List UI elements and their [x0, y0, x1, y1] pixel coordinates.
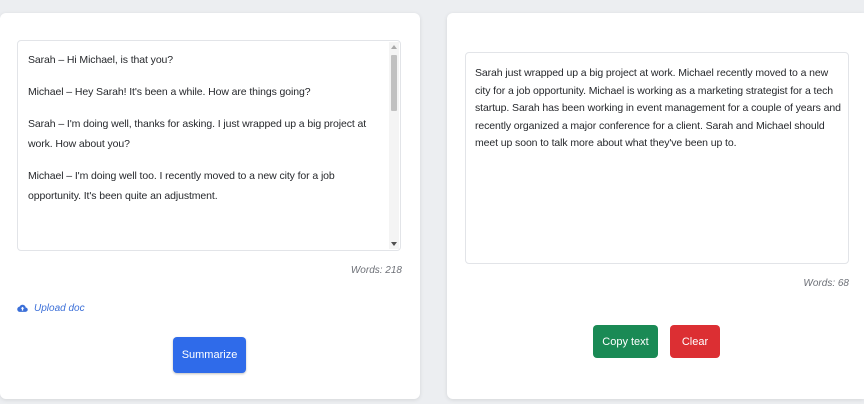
message-line: Sarah – I'm doing well, thanks for askin… — [28, 118, 367, 150]
scroll-up-arrow-icon[interactable] — [391, 45, 397, 49]
upload-doc-link[interactable]: Upload doc — [17, 303, 85, 314]
message-line: Michael – Hey Sarah! It's been a while. … — [28, 86, 311, 98]
copy-text-button[interactable]: Copy text — [593, 325, 658, 358]
cloud-upload-icon — [17, 304, 28, 312]
summary-text: Sarah just wrapped up a big project at w… — [475, 67, 841, 150]
upload-doc-label: Upload doc — [34, 303, 85, 314]
output-panel: Sarah just wrapped up a big project at w… — [447, 13, 864, 399]
clear-button[interactable]: Clear — [670, 325, 720, 358]
input-word-count: Words: 218 — [350, 265, 402, 276]
transcript-scrollbar[interactable] — [389, 42, 399, 249]
summarize-button[interactable]: Summarize — [173, 337, 246, 373]
message-line: Sarah – Hi Michael, is that you? — [28, 54, 174, 66]
scroll-down-arrow-icon[interactable] — [391, 242, 397, 246]
summary-output: Sarah just wrapped up a big project at w… — [465, 52, 849, 264]
scroll-thumb[interactable] — [391, 55, 397, 111]
output-word-count: Words: 68 — [803, 278, 849, 289]
input-panel: Sarah – Hi Michael, is that you? Michael… — [0, 13, 420, 399]
transcript-text: Sarah – Hi Michael, is that you? Michael… — [28, 41, 380, 218]
transcript-textarea[interactable]: Sarah – Hi Michael, is that you? Michael… — [17, 40, 401, 251]
message-line: Michael – I'm doing well too. I recently… — [28, 170, 335, 202]
